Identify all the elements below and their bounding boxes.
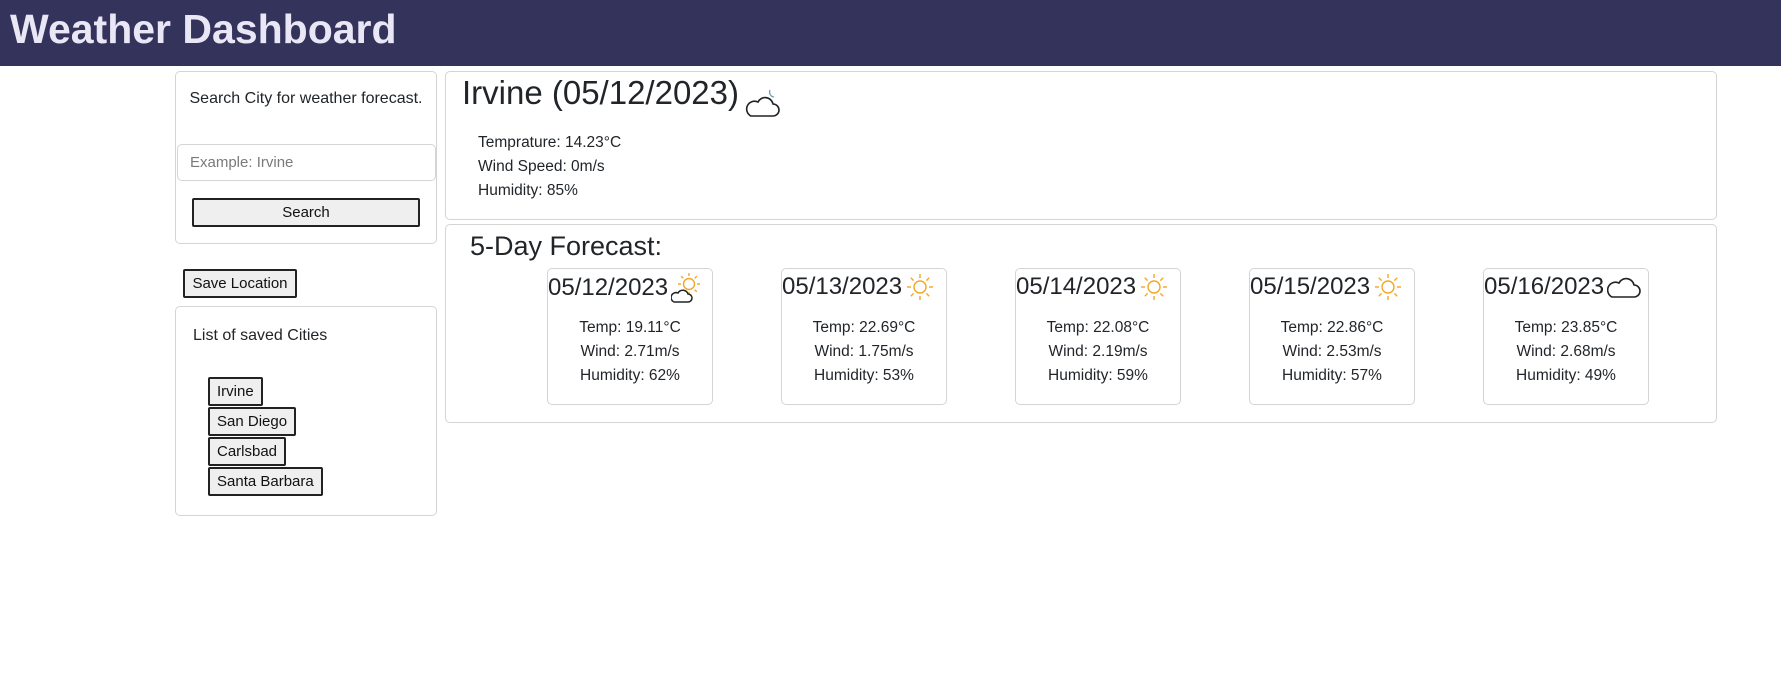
search-panel: Search City for weather forecast. Search [175, 71, 437, 244]
saved-cities-title: List of saved Cities [193, 327, 328, 344]
saved-cities-panel: List of saved Cities Irvine San Diego Ca… [175, 306, 437, 516]
forecast-date: 05/13/2023 [782, 273, 903, 300]
forecast-date: 05/16/2023 [1484, 273, 1605, 300]
current-weather-title-row: Irvine (05/12/2023) [462, 72, 783, 117]
sun-icon [907, 274, 934, 300]
night-cloud-icon [745, 89, 780, 117]
forecast-date: 05/15/2023 [1250, 273, 1371, 300]
current-wind: Wind Speed: 0m/s [478, 158, 605, 175]
forecast-day-card: 05/12/2023 Temp: 19.11°C Wind: 2.71m/s H… [547, 268, 713, 405]
current-weather-title: Irvine (05/12/2023) [462, 74, 740, 111]
forecast-temp: Temp: 22.86°C [1280, 319, 1384, 336]
search-button[interactable]: Search [192, 198, 420, 227]
forecast-day-card: 05/15/2023 Temp: 22.86°C Wind: 2.53m/s H… [1249, 268, 1415, 405]
app-title: Weather Dashboard [10, 6, 397, 52]
sun-icon [1141, 274, 1168, 300]
forecast-temp: Temp: 19.11°C [579, 319, 681, 336]
forecast-date-row: 05/12/2023 [548, 272, 703, 304]
forecast-humidity: Humidity: 53% [814, 367, 914, 384]
forecast-humidity: Humidity: 59% [1048, 367, 1148, 384]
forecast-wind: Wind: 2.68m/s [1516, 343, 1616, 360]
save-location-button[interactable]: Save Location [183, 269, 297, 298]
saved-city-button[interactable]: Carlsbad [208, 437, 287, 466]
current-weather-panel: Irvine (05/12/2023) Temprature: 14.23°C … [445, 71, 1717, 220]
sun-cloud-icon [671, 273, 701, 303]
forecast-day-card: 05/16/2023 Temp: 23.85°C Wind: 2.68m/s H… [1483, 268, 1649, 405]
forecast-date: 05/14/2023 [1016, 273, 1137, 300]
forecast-day-card: 05/14/2023 Temp: 22.08°C Wind: 2.19m/s H… [1015, 268, 1181, 405]
forecast-humidity: Humidity: 62% [580, 367, 680, 384]
forecast-temp: Temp: 22.08°C [1046, 319, 1150, 336]
search-prompt: Search City for weather forecast. [189, 90, 423, 107]
forecast-date-row: 05/14/2023 [1016, 272, 1169, 302]
forecast-day-card: 05/13/2023 Temp: 22.69°C Wind: 1.75m/s H… [781, 268, 947, 405]
forecast-temp: Temp: 23.85°C [1514, 319, 1618, 336]
forecast-date-row: 05/15/2023 [1250, 272, 1403, 302]
saved-city-button[interactable]: Irvine [208, 377, 263, 406]
forecast-panel: 5-Day Forecast: 05/12/2023 Temp: 19.11°C… [445, 224, 1717, 423]
forecast-date: 05/12/2023 [548, 274, 669, 301]
current-temperature: Temprature: 14.23°C [478, 134, 622, 151]
forecast-date-row: 05/13/2023 [782, 272, 935, 302]
saved-city-button[interactable]: San Diego [208, 407, 297, 436]
forecast-wind: Wind: 2.71m/s [580, 343, 680, 360]
forecast-humidity: Humidity: 57% [1282, 367, 1382, 384]
forecast-wind: Wind: 2.19m/s [1048, 343, 1148, 360]
forecast-wind: Wind: 2.53m/s [1282, 343, 1382, 360]
forecast-wind: Wind: 1.75m/s [814, 343, 914, 360]
search-input[interactable] [177, 144, 436, 181]
saved-city-button[interactable]: Santa Barbara [208, 467, 323, 496]
forecast-temp: Temp: 22.69°C [812, 319, 916, 336]
current-humidity: Humidity: 85% [478, 182, 578, 199]
sun-icon [1375, 274, 1402, 300]
forecast-humidity: Humidity: 49% [1516, 367, 1616, 384]
cloud-icon [1607, 277, 1641, 298]
app-header: Weather Dashboard [0, 0, 1781, 66]
forecast-date-row: 05/16/2023 [1484, 272, 1643, 302]
forecast-title: 5-Day Forecast: [470, 231, 663, 261]
